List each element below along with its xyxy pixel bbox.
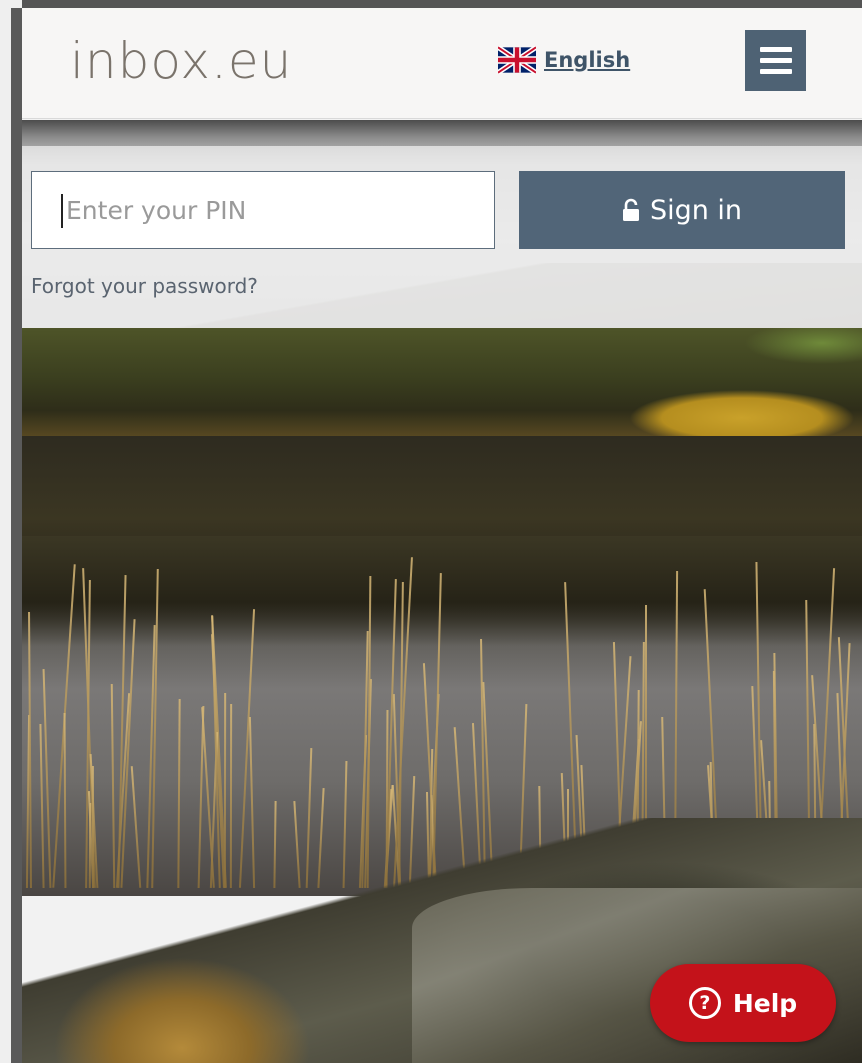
site-logo[interactable]: inbox.eu xyxy=(70,36,292,86)
hamburger-menu-icon xyxy=(759,47,792,52)
help-label: Help xyxy=(732,988,798,1018)
sign-in-label: Sign in xyxy=(649,194,743,226)
lock-icon xyxy=(622,198,639,221)
hamburger-menu-icon-bar xyxy=(759,58,792,63)
login-panel: Sign in Forgot your password? xyxy=(22,146,862,328)
forgot-password-link[interactable]: Forgot your password? xyxy=(31,274,258,298)
text-cursor xyxy=(61,194,63,228)
question-circle-icon: ? xyxy=(688,987,721,1019)
language-selector[interactable]: English xyxy=(498,46,630,74)
menu-button[interactable] xyxy=(745,30,806,91)
site-header: inbox.eu English xyxy=(22,8,862,119)
pin-field[interactable] xyxy=(31,171,495,249)
window-top-border xyxy=(0,0,862,8)
left-rail xyxy=(11,8,22,1063)
language-label: English xyxy=(544,48,631,72)
far-shore-hills xyxy=(22,328,862,438)
page-viewport: inbox.eu English Sign in Forgot your pas… xyxy=(22,8,862,1063)
uk-flag-icon xyxy=(498,46,536,74)
hamburger-menu-icon-bar xyxy=(759,69,792,74)
pin-input[interactable] xyxy=(32,172,494,248)
left-gutter xyxy=(0,0,22,1063)
sign-in-button[interactable]: Sign in xyxy=(519,171,845,249)
help-button[interactable]: ? Help xyxy=(650,964,836,1042)
